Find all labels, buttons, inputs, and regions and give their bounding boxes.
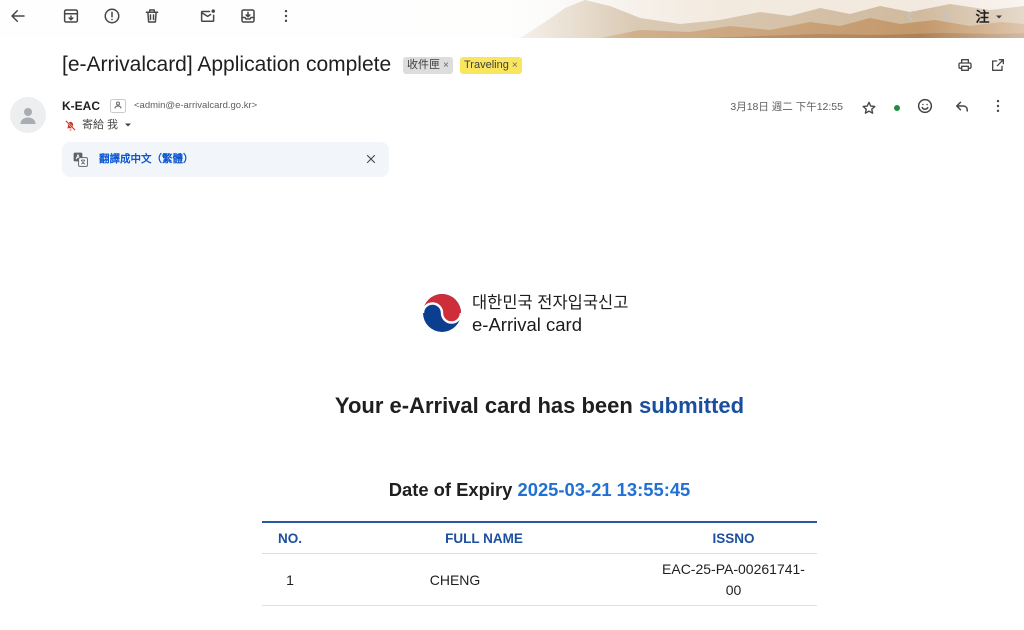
translate-icon (73, 152, 88, 167)
back-button[interactable] (2, 0, 34, 32)
mark-unread-button[interactable] (192, 0, 224, 32)
cell-issno: EAC-25-PA-00261741-00 (662, 560, 805, 598)
mark-unread-icon (200, 9, 215, 22)
translate-close-button[interactable] (361, 149, 381, 169)
table-header-row: NO. FULL NAME ISSNO (262, 523, 817, 554)
close-icon (366, 154, 376, 164)
status-dot (894, 105, 900, 111)
table-row: 1 CHENG EAC-25-PA-00261741-00 (262, 554, 817, 606)
delete-icon (145, 9, 159, 23)
message-more-button[interactable] (982, 90, 1014, 122)
print-icon (958, 59, 972, 71)
archive-icon (63, 9, 79, 23)
label-traveling-remove[interactable]: × (512, 57, 518, 74)
expiry-line: Date of Expiry 2025-03-21 13:55:45 (262, 478, 817, 502)
chevron-down-icon (995, 15, 1002, 19)
cell-full-name: CHENG (429, 571, 481, 588)
more-button[interactable] (270, 0, 302, 32)
recipient-text: 寄給 我 (82, 119, 119, 131)
star-icon (862, 101, 876, 114)
translate-link[interactable]: 翻譯成中文（繁體） (99, 152, 194, 167)
label-traveling[interactable]: Traveling × (460, 57, 522, 74)
move-to-button[interactable] (232, 0, 264, 32)
logo-korean-text: 대한민국 전자입국신고 (472, 294, 629, 312)
chevron-down-icon (125, 123, 132, 127)
delete-button[interactable] (136, 0, 168, 32)
heading-highlight: submitted (638, 393, 745, 418)
back-icon (11, 10, 25, 22)
next-message-button[interactable] (930, 0, 962, 32)
star-button[interactable] (853, 92, 885, 124)
sender-email: <admin@e-arrivalcard.go.kr> (134, 100, 258, 111)
logo-english-text: e-Arrival card (472, 314, 582, 335)
label-inbox-remove[interactable]: × (443, 57, 449, 74)
label-inbox[interactable]: 收件匣 × (403, 57, 453, 74)
column-header-no: NO. (277, 530, 302, 546)
recipient-details-toggle[interactable]: 寄給 我 (62, 117, 132, 133)
label-traveling-text: Traveling (464, 59, 509, 71)
report-spam-icon (104, 8, 120, 24)
column-header-full-name: FULL NAME (445, 530, 523, 546)
reply-button[interactable] (946, 90, 978, 122)
government-emblem-icon (423, 294, 461, 332)
column-header-issno: ISSNO (712, 530, 755, 546)
confirmation-heading: Your e-Arrival card has been submitted (262, 392, 817, 420)
input-tools-label: 注 (975, 9, 990, 25)
expiry-value: 2025-03-21 13:55:45 (517, 479, 691, 500)
report-spam-button[interactable] (96, 0, 128, 32)
more-vert-icon (284, 9, 288, 23)
person-icon (20, 108, 36, 124)
emoji-icon (917, 98, 933, 114)
label-inbox-text: 收件匣 (407, 59, 440, 71)
arrival-card-table: NO. FULL NAME ISSNO 1 CHENG EAC-25-PA-00… (262, 521, 817, 606)
expiry-label: Date of Expiry (388, 479, 513, 500)
input-tools-dropdown[interactable]: 注 (966, 3, 1012, 31)
move-to-icon (241, 9, 255, 23)
add-reaction-button[interactable] (909, 90, 941, 122)
open-in-new-window-button[interactable] (982, 49, 1014, 81)
cell-no: 1 (286, 571, 294, 588)
message-date: 3月18日 週二 下午12:55 (730, 101, 843, 113)
print-button[interactable] (949, 49, 981, 81)
chevron-right-icon (943, 10, 949, 22)
sender-avatar[interactable] (10, 97, 46, 133)
archive-button[interactable] (55, 0, 87, 32)
previous-message-button[interactable] (894, 0, 926, 32)
heading-text: Your e-Arrival card has been (334, 393, 633, 418)
notification-off-icon (65, 119, 76, 131)
reply-icon (956, 101, 968, 112)
email-subject: [e-Arrivalcard] Application complete (62, 53, 392, 76)
toolbar: 注 (0, 0, 1024, 38)
more-vert-icon (996, 99, 1000, 113)
translate-bar: 翻譯成中文（繁體） (62, 142, 389, 177)
sender-name[interactable]: K-EAC (62, 99, 100, 113)
chevron-left-icon (907, 10, 913, 22)
sender-badge-icon (110, 99, 126, 113)
open-in-new-icon (992, 59, 1004, 71)
